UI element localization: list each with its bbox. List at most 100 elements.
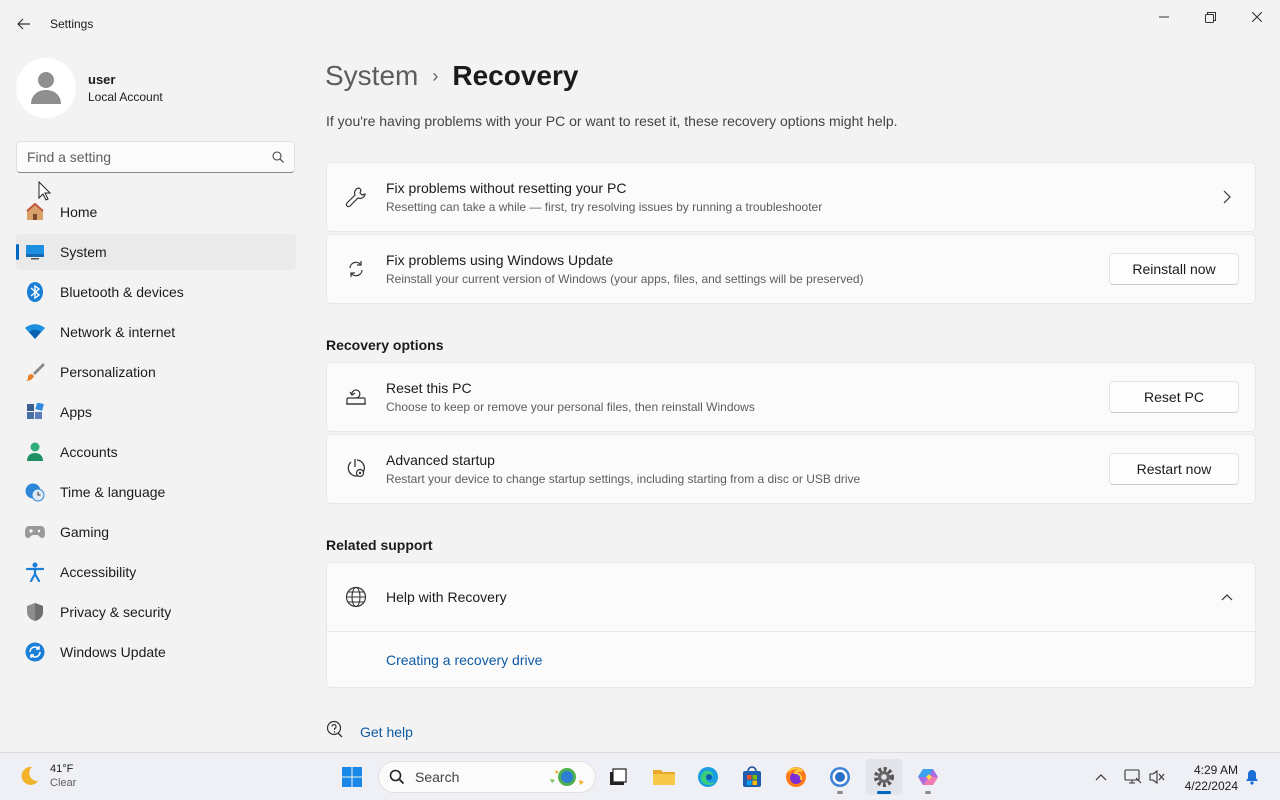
start-button[interactable]	[334, 759, 370, 795]
card-title: Fix problems without resetting your PC	[386, 180, 627, 196]
sidebar-item-label: Accounts	[60, 444, 118, 460]
chevron-up-icon[interactable]	[1215, 593, 1239, 601]
search-input[interactable]	[27, 149, 272, 165]
weather-temp: 41°F	[50, 763, 74, 775]
sidebar-item-accounts[interactable]: Accounts	[16, 434, 296, 470]
card-description: Reinstall your current version of Window…	[386, 272, 864, 286]
sidebar-item-apps[interactable]: Apps	[16, 394, 296, 430]
speaker-muted-icon	[1149, 769, 1165, 785]
expander-header[interactable]: Help with Recovery	[327, 563, 1255, 631]
sidebar-item-time-language[interactable]: Time & language	[16, 474, 296, 510]
advanced-startup-card: Advanced startup Restart your device to …	[326, 434, 1256, 504]
running-indicator	[925, 791, 931, 794]
get-help-link[interactable]: Get help	[360, 724, 413, 740]
start-icon	[342, 767, 362, 787]
fix-without-reset-card[interactable]: Fix problems without resetting your PC R…	[326, 162, 1256, 232]
taskbar: 41°F Clear Search 4:29 AM 4/22/2024	[0, 752, 1280, 800]
taskbar-file-explorer[interactable]	[600, 759, 636, 795]
restart-now-button[interactable]: Restart now	[1109, 453, 1239, 485]
taskbar-chrome[interactable]	[822, 759, 858, 795]
mouse-cursor-icon	[38, 181, 52, 201]
notifications-button[interactable]	[1241, 767, 1263, 787]
sidebar-item-network[interactable]: Network & internet	[16, 314, 296, 350]
globe-icon	[343, 584, 369, 610]
back-arrow-icon	[17, 18, 30, 30]
chrome-icon	[830, 767, 850, 787]
chevron-up-icon	[1095, 774, 1107, 781]
taskbar-clock[interactable]: 4:29 AM 4/22/2024	[1180, 762, 1238, 794]
sidebar-item-bluetooth[interactable]: Bluetooth & devices	[16, 274, 296, 310]
intro-text: If you're having problems with your PC o…	[326, 113, 898, 129]
tray-network[interactable]	[1122, 767, 1144, 787]
weather-widget[interactable]: 41°F Clear	[18, 762, 76, 790]
running-indicator	[837, 791, 843, 794]
search-icon	[389, 769, 405, 785]
sidebar-item-gaming[interactable]: Gaming	[16, 514, 296, 550]
sidebar-item-windows-update[interactable]: Windows Update	[16, 634, 296, 670]
sidebar-item-label: Apps	[60, 404, 92, 420]
taskbar-search[interactable]: Search	[378, 761, 596, 793]
chevron-right-icon	[1215, 190, 1239, 204]
search-icon	[272, 151, 284, 163]
sidebar-item-label: System	[60, 244, 107, 260]
back-button[interactable]	[10, 12, 38, 36]
sidebar-item-label: Time & language	[60, 484, 166, 500]
sidebar-item-privacy-security[interactable]: Privacy & security	[16, 594, 296, 630]
card-title: Reset this PC	[386, 380, 472, 396]
sidebar-item-label: Personalization	[60, 364, 156, 380]
reinstall-now-button[interactable]: Reinstall now	[1109, 253, 1239, 285]
reset-pc-icon	[343, 384, 369, 410]
clock-date: 4/22/2024	[1184, 779, 1238, 793]
help-with-recovery-expander: Help with Recovery Creating a recovery d…	[326, 562, 1256, 688]
settings-search[interactable]	[16, 141, 295, 173]
wifi-icon	[24, 321, 46, 343]
sidebar-item-accessibility[interactable]: Accessibility	[16, 554, 296, 590]
sidebar-item-home[interactable]: Home	[16, 194, 296, 230]
tray-overflow-button[interactable]	[1090, 767, 1112, 787]
taskbar-search-label: Search	[415, 769, 460, 785]
settings-icon	[874, 767, 894, 787]
brush-icon	[24, 361, 46, 383]
avatar	[16, 58, 76, 118]
minimize-button[interactable]	[1141, 4, 1187, 30]
advanced-startup-icon	[343, 456, 369, 482]
user-profile[interactable]: user Local Account	[16, 58, 163, 118]
sidebar-item-system[interactable]: System	[16, 234, 296, 270]
taskbar-edge[interactable]	[690, 759, 726, 795]
gamepad-icon	[24, 521, 46, 543]
network-icon	[1124, 769, 1142, 784]
minimize-icon	[1159, 16, 1169, 18]
tray-volume[interactable]	[1146, 767, 1168, 787]
wrench-icon	[343, 184, 369, 210]
reset-pc-button[interactable]: Reset PC	[1109, 381, 1239, 413]
taskbar-firefox[interactable]	[778, 759, 814, 795]
taskbar-settings[interactable]	[866, 759, 902, 795]
related-support-heading: Related support	[326, 537, 433, 553]
sidebar-item-label: Home	[60, 204, 98, 220]
breadcrumb-separator: ›	[432, 65, 439, 86]
system-icon	[24, 241, 46, 263]
accounts-icon	[24, 441, 46, 463]
restore-icon	[1204, 11, 1216, 23]
sidebar-item-label: Accessibility	[60, 564, 137, 580]
recovery-drive-link[interactable]: Creating a recovery drive	[386, 652, 542, 668]
recovery-options-heading: Recovery options	[326, 337, 444, 353]
breadcrumb: System › Recovery	[325, 58, 578, 94]
app-title: Settings	[50, 17, 94, 31]
file-explorer-icon	[610, 768, 627, 785]
maximize-button[interactable]	[1187, 4, 1233, 30]
get-help[interactable]: Get help	[326, 720, 413, 743]
clock-time: 4:29 AM	[1193, 763, 1238, 777]
close-button[interactable]	[1234, 4, 1280, 30]
sidebar-item-label: Privacy & security	[60, 604, 172, 620]
card-title: Fix problems using Windows Update	[386, 252, 614, 268]
bluetooth-icon	[24, 281, 46, 303]
sidebar-item-label: Gaming	[60, 524, 110, 540]
taskbar-copilot[interactable]	[910, 759, 946, 795]
taskbar-store[interactable]	[734, 759, 770, 795]
sync-icon	[343, 256, 369, 282]
taskbar-folder[interactable]	[646, 759, 682, 795]
sidebar-item-personalization[interactable]: Personalization	[16, 354, 296, 390]
help-chat-icon	[326, 720, 344, 743]
breadcrumb-parent[interactable]: System	[325, 60, 418, 92]
